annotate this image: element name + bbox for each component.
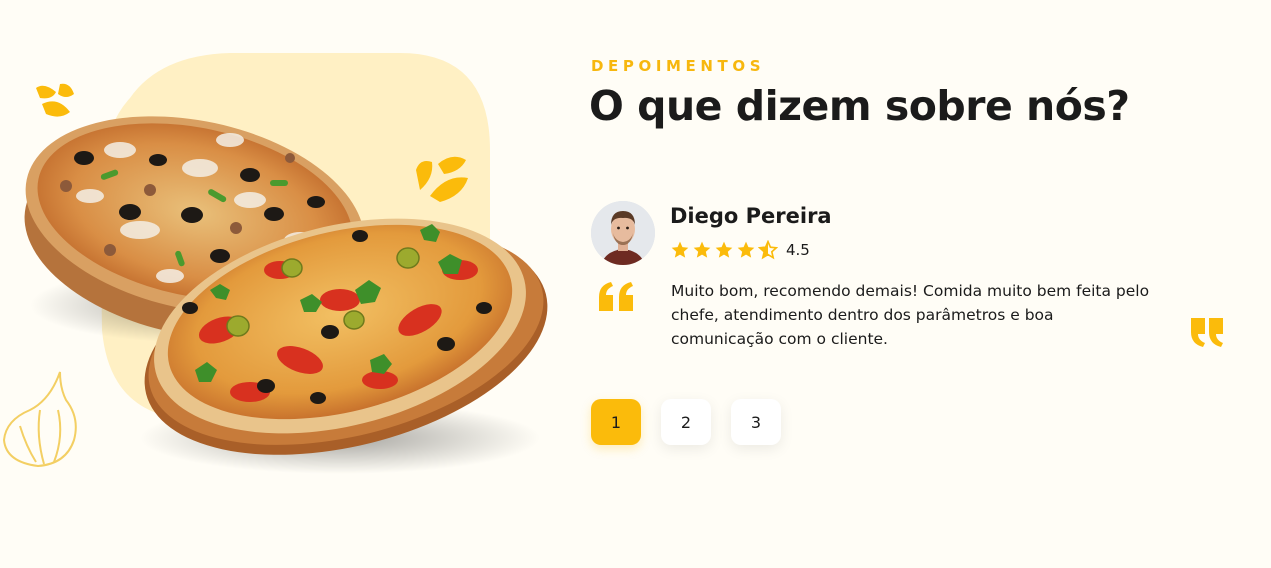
rating-stars bbox=[670, 240, 778, 260]
section-title: O que dizem sobre nós? bbox=[589, 82, 1130, 130]
rating-value: 4.5 bbox=[786, 241, 810, 259]
avatar bbox=[591, 201, 655, 265]
review-text: Muito bom, recomendo demais! Comida muit… bbox=[671, 282, 1150, 348]
star-full-icon bbox=[715, 241, 733, 258]
page-button-2[interactable]: 2 bbox=[661, 399, 711, 445]
pizza-illustration bbox=[0, 0, 580, 568]
testimonials-section: DEPOIMENTOS O que dizem sobre nós? Diego… bbox=[0, 0, 1271, 568]
quote-open-icon bbox=[599, 281, 635, 317]
page-button-1[interactable]: 1 bbox=[591, 399, 641, 445]
page-button-3[interactable]: 3 bbox=[731, 399, 781, 445]
star-full-icon bbox=[693, 241, 711, 258]
section-eyebrow: DEPOIMENTOS bbox=[591, 57, 766, 75]
star-full-icon bbox=[671, 241, 689, 258]
splash-icon bbox=[36, 83, 74, 117]
reviewer-name: Diego Pereira bbox=[670, 204, 832, 228]
garlic-icon bbox=[2, 371, 77, 468]
star-full-icon bbox=[737, 241, 755, 258]
star-half-icon bbox=[758, 240, 778, 260]
testimonial-pagination: 1 2 3 bbox=[591, 399, 781, 445]
quote-close-icon bbox=[1189, 316, 1225, 352]
